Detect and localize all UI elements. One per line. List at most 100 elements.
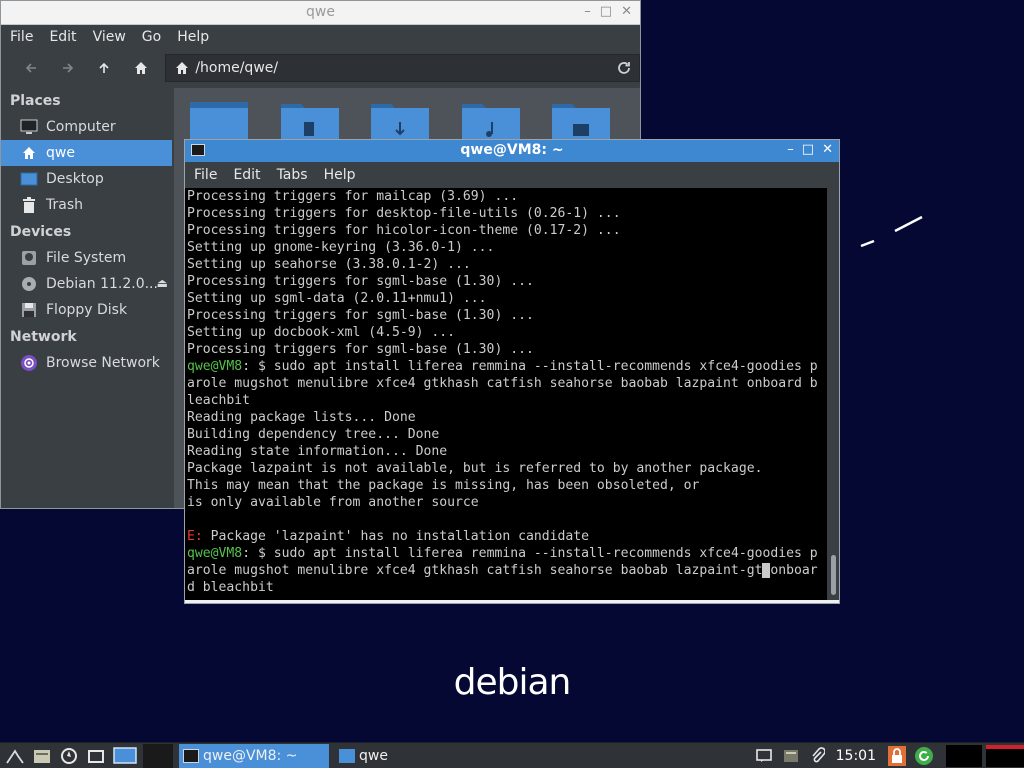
close-icon[interactable]: ✕ [621, 4, 632, 19]
sidebar-item-label: File System [46, 250, 127, 266]
file-manager-toolbar: /home/qwe/ [1, 49, 640, 87]
menu-edit[interactable]: Edit [49, 29, 76, 45]
terminal-line: Package lazpaint is not available, but i… [187, 460, 828, 477]
terminal-menubar: File Edit Tabs Help [185, 162, 839, 188]
terminal-titlebar[interactable]: qwe@VM8: ~ – □ ✕ [185, 140, 839, 162]
menu-go[interactable]: Go [142, 29, 161, 45]
workspace-switcher[interactable] [143, 743, 173, 768]
sidebar-item-qwe[interactable]: qwe [1, 140, 172, 166]
folder-pictures-icon[interactable] [552, 102, 610, 140]
command-text: arole mugshot menulibre xfce4 gtkhash ca… [187, 563, 763, 578]
notification-icon[interactable] [752, 745, 776, 767]
terminal-line: Setting up gnome-keyring (3.36.0-1) ... [187, 239, 828, 256]
sidebar-item-label: Computer [46, 119, 116, 135]
sidebar-item-floppy-disk[interactable]: Floppy Disk [1, 297, 172, 323]
terminal-output[interactable]: Processing triggers for mailcap (3.69) .… [185, 188, 828, 600]
menu-file[interactable]: File [10, 29, 33, 45]
system-tray-blank[interactable] [946, 745, 982, 767]
reload-icon[interactable] [616, 60, 632, 76]
terminal-line: Processing triggers for sgml-base (1.30)… [187, 273, 828, 290]
back-button[interactable] [13, 53, 50, 83]
sidebar-item-browse-network[interactable]: Browse Network [1, 350, 172, 376]
sidebar-item-trash[interactable]: Trash [1, 192, 172, 218]
clock[interactable]: 15:01 [836, 748, 876, 764]
terminal-line: is only available from another source [187, 494, 828, 511]
error-prefix: E: [187, 529, 203, 544]
minimize-icon[interactable]: – [787, 142, 794, 157]
menu-tabs[interactable]: Tabs [277, 167, 308, 183]
update-icon[interactable] [912, 745, 936, 767]
folder-music-icon[interactable] [462, 102, 520, 140]
lock-icon[interactable] [885, 745, 909, 767]
file-manager-launcher-icon[interactable] [30, 745, 54, 767]
arrow-up-icon [99, 62, 110, 73]
sidebar-item-label: qwe [46, 145, 75, 161]
clipboard-icon[interactable] [779, 745, 803, 767]
minimize-icon[interactable]: – [584, 4, 591, 19]
output-text: Processing triggers for mailcap (3.69) .… [187, 189, 519, 204]
menu-edit[interactable]: Edit [233, 167, 260, 183]
sidebar-item-label: Debian 11.2.0... [46, 276, 158, 292]
terminal-icon [183, 748, 199, 763]
command-text: onboar [770, 563, 818, 578]
forward-button[interactable] [50, 53, 87, 83]
terminal-line: Processing triggers for sgml-base (1.30)… [187, 341, 828, 358]
up-button[interactable] [86, 53, 123, 83]
menu-view[interactable]: View [93, 29, 126, 45]
output-text: arole mugshot menulibre xfce4 gtkhash ca… [187, 376, 818, 391]
close-icon[interactable]: ✕ [822, 142, 833, 157]
maximize-icon[interactable]: □ [600, 4, 612, 19]
output-text: This may mean that the package is missin… [187, 478, 700, 493]
sidebar-item-debian-disc[interactable]: Debian 11.2.0... ⏏ [1, 271, 172, 297]
home-button[interactable] [123, 53, 160, 83]
menu-help[interactable]: Help [324, 167, 356, 183]
path-bar[interactable]: /home/qwe/ [165, 54, 640, 82]
applications-menu-icon[interactable] [3, 745, 27, 767]
terminal-line: Reading package lists... Done [187, 409, 828, 426]
menu-file[interactable]: File [194, 167, 217, 183]
menu-help[interactable]: Help [177, 29, 209, 45]
system-monitor-indicator[interactable] [986, 745, 1024, 767]
sidebar-item-file-system[interactable]: File System [1, 245, 172, 271]
sidebar-item-label: Trash [46, 197, 83, 213]
show-desktop-icon[interactable] [111, 745, 139, 767]
path-text[interactable]: /home/qwe/ [195, 60, 278, 76]
desktop-icon [19, 170, 39, 188]
folder-downloads-icon[interactable] [371, 102, 429, 140]
folder-icon [339, 748, 355, 763]
sidebar-item-computer[interactable]: Computer [1, 114, 172, 140]
output-text: Processing triggers for hicolor-icon-the… [187, 223, 621, 238]
terminal-line: This may mean that the package is missin… [187, 477, 828, 494]
file-manager-titlebar[interactable]: qwe – □ ✕ [1, 1, 640, 25]
maximize-icon[interactable]: □ [802, 142, 814, 157]
attachment-icon[interactable] [806, 745, 830, 767]
output-text: leachbit [187, 393, 251, 408]
web-browser-icon[interactable] [57, 745, 81, 767]
terminal-scrollbar[interactable] [827, 188, 839, 600]
terminal-line: arole mugshot menulibre xfce4 gtkhash ca… [187, 562, 828, 579]
task-terminal[interactable]: qwe@VM8: ~ [179, 743, 329, 768]
task-label: qwe@VM8: ~ [203, 747, 298, 764]
trash-icon [19, 196, 39, 214]
folder-documents-icon[interactable] [281, 102, 339, 140]
output-text: Setting up seahorse (3.38.0.1-2) ... [187, 257, 471, 272]
network-icon [19, 354, 39, 372]
file-manager-title: qwe [306, 4, 335, 20]
terminal-line: E: Package 'lazpaint' has no installatio… [187, 528, 828, 545]
terminal-title: qwe@VM8: ~ [460, 142, 564, 158]
home-icon [135, 62, 148, 74]
folder-icon[interactable] [190, 102, 248, 140]
task-file-manager[interactable]: qwe [335, 744, 475, 768]
window-icon[interactable] [84, 745, 108, 767]
output-text: is only available from another source [187, 495, 479, 510]
arrow-right-icon [62, 63, 73, 73]
sidebar-item-label: Browse Network [46, 355, 160, 371]
sidebar-item-desktop[interactable]: Desktop [1, 166, 172, 192]
terminal-window[interactable]: qwe@VM8: ~ – □ ✕ File Edit Tabs Help Pro… [184, 139, 840, 604]
scrollbar-thumb[interactable] [831, 555, 836, 595]
terminal-line: Setting up seahorse (3.38.0.1-2) ... [187, 256, 828, 273]
eject-icon[interactable]: ⏏ [157, 276, 168, 290]
output-text: Setting up sgml-data (2.0.11+nmu1) ... [187, 291, 487, 306]
home-icon [19, 144, 39, 162]
prompt-user: qwe@VM8 [187, 359, 243, 374]
